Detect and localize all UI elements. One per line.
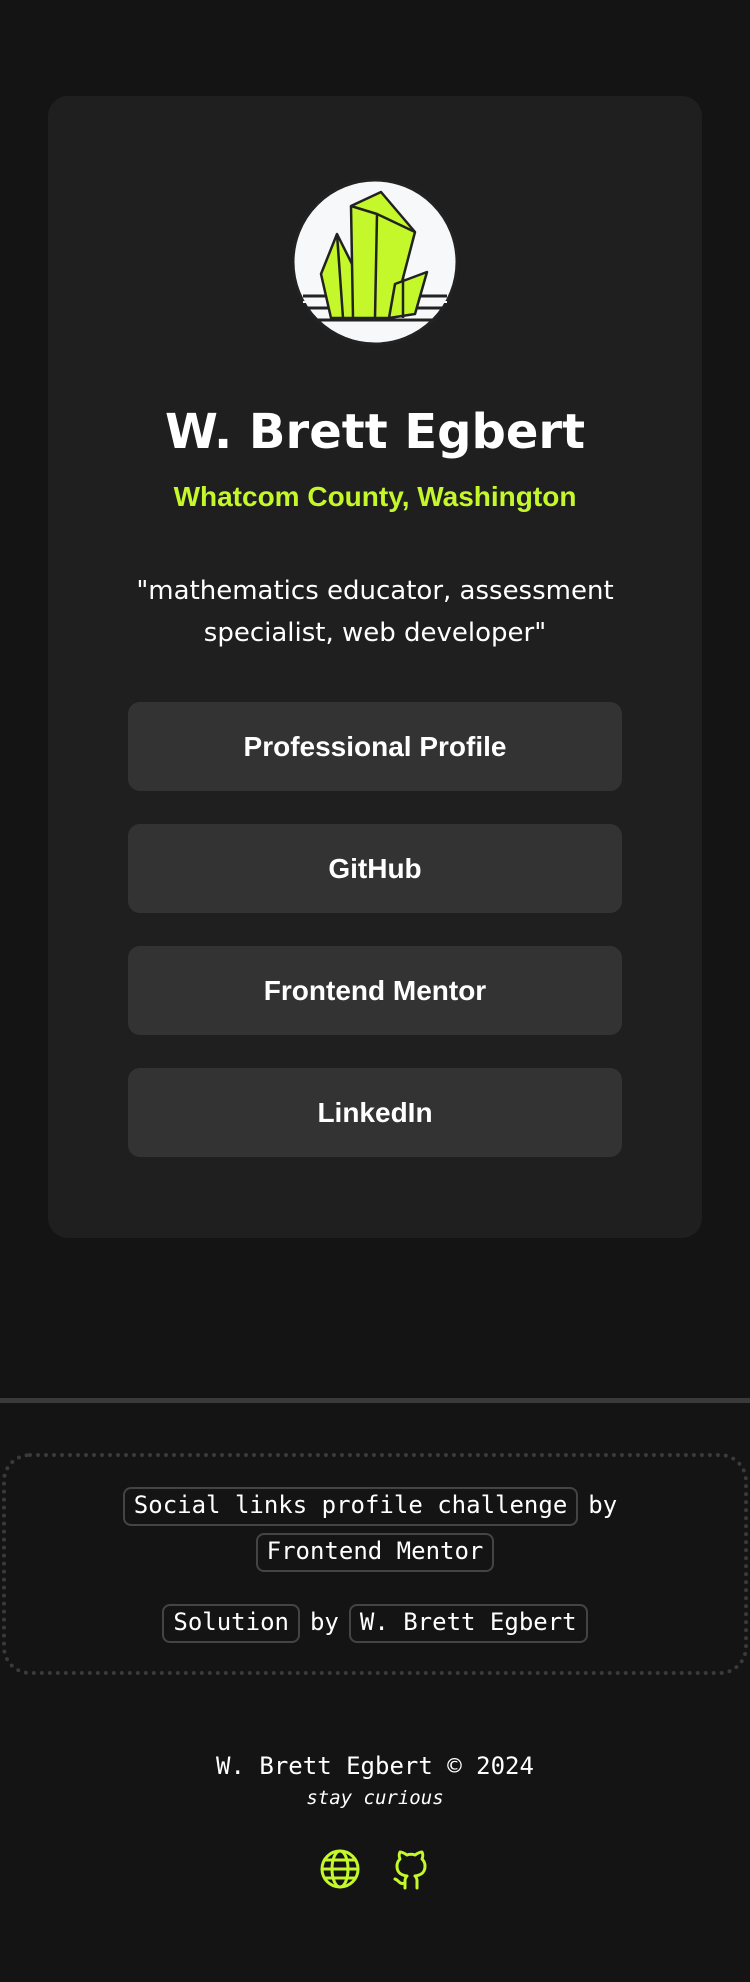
profile-card: W. Brett Egbert Whatcom County, Washingt…: [48, 96, 702, 1238]
solution-link[interactable]: Solution: [162, 1604, 300, 1643]
profile-name: W. Brett Egbert: [164, 404, 586, 460]
footer-divider: [0, 1398, 750, 1403]
attribution-box: Social links profile challenge by Fronten…: [2, 1453, 748, 1675]
copyright-text: W. Brett Egbert © 2024: [216, 1752, 534, 1780]
frontend-mentor-button[interactable]: Frontend Mentor: [128, 946, 622, 1035]
frontend-mentor-link[interactable]: Frontend Mentor: [255, 1533, 495, 1572]
profile-location: Whatcom County, Washington: [173, 481, 577, 512]
footer-icons: [0, 1848, 750, 1890]
attribution-by-text-2: by: [309, 1608, 339, 1636]
globe-icon[interactable]: [319, 1848, 361, 1890]
challenge-link[interactable]: Social links profile challenge: [122, 1487, 579, 1526]
linkedin-button[interactable]: LinkedIn: [128, 1068, 622, 1157]
crystal-logo-icon: [291, 178, 459, 346]
tagline-text: stay curious: [306, 1787, 444, 1809]
attribution-line-3: Solution by W. Brett Egbert: [6, 1604, 744, 1643]
author-link[interactable]: W. Brett Egbert: [348, 1604, 588, 1643]
github-button[interactable]: GitHub: [128, 824, 622, 913]
attribution-line-2: Frontend Mentor: [6, 1533, 744, 1572]
profile-bio: "mathematics educator, assessment specia…: [136, 576, 614, 648]
github-icon[interactable]: [389, 1848, 431, 1890]
attribution-by-text: by: [588, 1491, 618, 1519]
attribution-line-1: Social links profile challenge by: [6, 1487, 744, 1526]
professional-profile-button[interactable]: Professional Profile: [128, 702, 622, 791]
avatar: [291, 178, 459, 346]
social-links: Professional Profile GitHub Frontend Men…: [128, 702, 622, 1190]
